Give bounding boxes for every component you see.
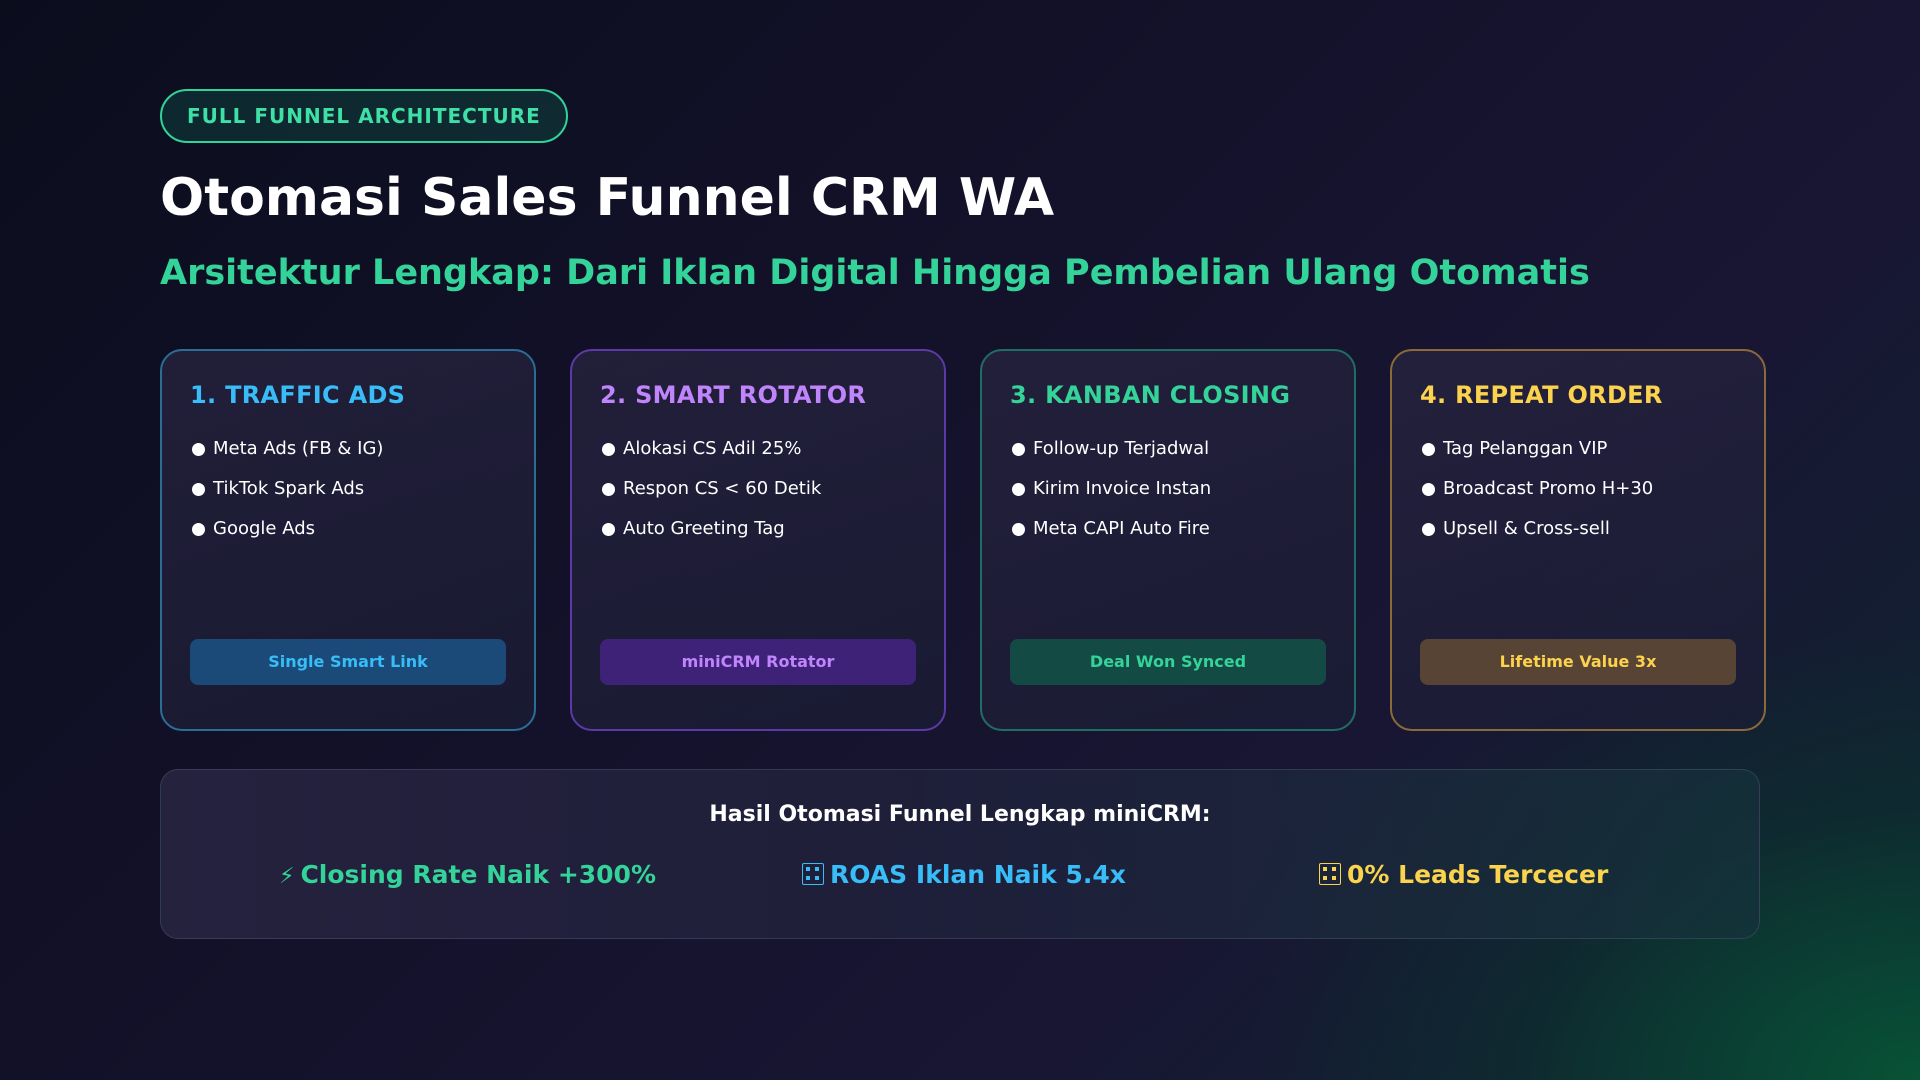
list-item-label: Meta CAPI Auto Fire: [1033, 518, 1210, 539]
card-title: 3. KANBAN CLOSING: [1010, 381, 1291, 409]
section-badge: FULL FUNNEL ARCHITECTURE: [160, 89, 568, 143]
card-title: 4. REPEAT ORDER: [1420, 381, 1663, 409]
card-title: 1. TRAFFIC ADS: [190, 381, 406, 409]
card-title: 2. SMART ROTATOR: [600, 381, 867, 409]
page-subtitle: Arsitektur Lengkap: Dari Iklan Digital H…: [160, 253, 1590, 293]
list-item-label: TikTok Spark Ads: [213, 478, 365, 499]
list-item-label: Respon CS < 60 Detik: [623, 478, 822, 499]
bullet-dot-icon: [1422, 523, 1435, 536]
list-item-label: Google Ads: [213, 518, 315, 539]
list-item-label: Tag Pelanggan VIP: [1443, 438, 1608, 459]
card-bullet-list: Alokasi CS Adil 25% Respon CS < 60 Detik…: [600, 437, 821, 557]
card-bullet-list: Tag Pelanggan VIP Broadcast Promo H+30 U…: [1420, 437, 1653, 557]
list-item: Meta Ads (FB & IG): [190, 437, 383, 477]
missing-glyph-icon: [802, 863, 824, 885]
card-bullet-list: Meta Ads (FB & IG) TikTok Spark Ads Goog…: [190, 437, 383, 557]
list-item: TikTok Spark Ads: [190, 477, 383, 517]
bullet-dot-icon: [602, 523, 615, 536]
stat-label: 0% Leads Tercecer: [1347, 860, 1609, 889]
stat-label: ROAS Iklan Naik 5.4x: [830, 860, 1126, 889]
card-tag: miniCRM Rotator: [600, 639, 916, 685]
results-title: Hasil Otomasi Funnel Lengkap miniCRM:: [709, 802, 1211, 827]
bullet-dot-icon: [1012, 483, 1025, 496]
list-item-label: Upsell & Cross-sell: [1443, 518, 1610, 539]
missing-glyph-icon: [1319, 863, 1341, 885]
bullet-dot-icon: [602, 483, 615, 496]
card-kanban-closing: 3. KANBAN CLOSING Follow-up Terjadwal Ki…: [980, 349, 1356, 731]
bullet-dot-icon: [602, 443, 615, 456]
bullet-dot-icon: [1422, 443, 1435, 456]
bullet-dot-icon: [192, 483, 205, 496]
card-tag: Lifetime Value 3x: [1420, 639, 1736, 685]
list-item: Kirim Invoice Instan: [1010, 477, 1211, 517]
list-item: Alokasi CS Adil 25%: [600, 437, 821, 477]
card-bullet-list: Follow-up Terjadwal Kirim Invoice Instan…: [1010, 437, 1211, 557]
list-item: Respon CS < 60 Detik: [600, 477, 821, 517]
list-item: Meta CAPI Auto Fire: [1010, 517, 1211, 557]
bullet-dot-icon: [1422, 483, 1435, 496]
list-item: Tag Pelanggan VIP: [1420, 437, 1653, 477]
page-title: Otomasi Sales Funnel CRM WA: [160, 168, 1055, 228]
list-item-label: Meta Ads (FB & IG): [213, 438, 384, 459]
list-item: Broadcast Promo H+30: [1420, 477, 1653, 517]
list-item-label: Auto Greeting Tag: [623, 518, 785, 539]
bullet-dot-icon: [192, 523, 205, 536]
list-item-label: Alokasi CS Adil 25%: [623, 438, 802, 459]
card-repeat-order: 4. REPEAT ORDER Tag Pelanggan VIP Broadc…: [1390, 349, 1766, 731]
lightning-icon: ⚡: [279, 864, 295, 889]
bullet-dot-icon: [1012, 443, 1025, 456]
funnel-stage-cards: 1. TRAFFIC ADS Meta Ads (FB & IG) TikTok…: [160, 349, 1766, 731]
list-item-label: Broadcast Promo H+30: [1443, 478, 1654, 499]
list-item-label: Follow-up Terjadwal: [1033, 438, 1210, 459]
stat-roas: ROAS Iklan Naik 5.4x: [802, 860, 1126, 889]
list-item-label: Kirim Invoice Instan: [1033, 478, 1212, 499]
slide: FULL FUNNEL ARCHITECTURE Otomasi Sales F…: [160, 89, 1766, 939]
list-item: Upsell & Cross-sell: [1420, 517, 1653, 557]
bullet-dot-icon: [1012, 523, 1025, 536]
stat-leads: 0% Leads Tercecer: [1319, 860, 1608, 889]
card-tag: Deal Won Synced: [1010, 639, 1326, 685]
card-traffic-ads: 1. TRAFFIC ADS Meta Ads (FB & IG) TikTok…: [160, 349, 536, 731]
card-smart-rotator: 2. SMART ROTATOR Alokasi CS Adil 25% Res…: [570, 349, 946, 731]
bullet-dot-icon: [192, 443, 205, 456]
stat-closing-rate: ⚡ Closing Rate Naik +300%: [279, 860, 656, 889]
list-item: Google Ads: [190, 517, 383, 557]
stat-label: Closing Rate Naik +300%: [300, 860, 656, 889]
list-item: Auto Greeting Tag: [600, 517, 821, 557]
card-tag: Single Smart Link: [190, 639, 506, 685]
list-item: Follow-up Terjadwal: [1010, 437, 1211, 477]
results-panel: Hasil Otomasi Funnel Lengkap miniCRM: ⚡ C…: [160, 769, 1760, 939]
